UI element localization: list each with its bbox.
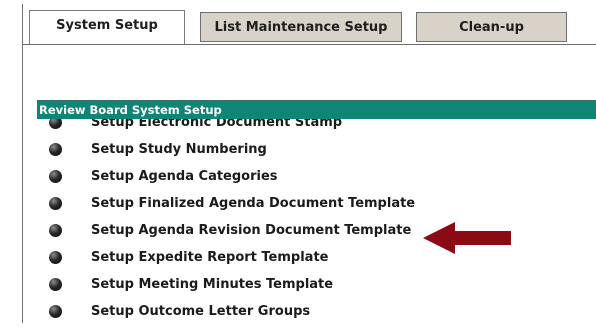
bullet-icon [49,197,62,210]
list-item-label[interactable]: Setup Expedite Report Template [91,250,328,265]
app-frame: System Setup List Maintenance Setup Clea… [0,0,596,323]
list-item-label[interactable]: Setup Finalized Agenda Document Template [91,196,415,211]
list-item-electronic-document-stamp[interactable]: Setup Electronic Document Stamp [37,119,596,137]
list-item-meeting-minutes-template[interactable]: Setup Meeting Minutes Template [37,272,596,299]
bullet-icon [49,143,62,156]
section-header: Review Board System Setup [37,100,596,119]
tab-clean-up[interactable]: Clean-up [416,12,567,42]
list-item-study-numbering[interactable]: Setup Study Numbering [37,137,596,164]
tab-list-maintenance-setup[interactable]: List Maintenance Setup [200,12,402,42]
setup-panel: System Setup List Maintenance Setup Clea… [22,4,596,323]
tab-system-setup[interactable]: System Setup [29,10,185,45]
section-title: Review Board System Setup [39,103,222,117]
list-item-outcome-letter-groups[interactable]: Setup Outcome Letter Groups [37,299,596,326]
list-item-finalized-agenda-template[interactable]: Setup Finalized Agenda Document Template [37,191,596,218]
left-arrow-icon [423,222,511,254]
tab-clean-up-label: Clean-up [459,19,524,35]
list-item-label[interactable]: Setup Meeting Minutes Template [91,277,333,292]
list-item-label[interactable]: Setup Agenda Revision Document Template [91,223,411,238]
tab-strip-baseline [23,44,596,45]
list-item-label[interactable]: Setup Outcome Letter Groups [91,304,310,319]
list-item-label[interactable]: Setup Agenda Categories [91,169,278,184]
list-item-agenda-categories[interactable]: Setup Agenda Categories [37,164,596,191]
bullet-icon [49,251,62,264]
tab-system-setup-label: System Setup [56,18,158,33]
bullet-icon [49,119,62,129]
bullet-icon [49,170,62,183]
list-item-label[interactable]: Setup Electronic Document Stamp [91,119,342,130]
bullet-icon [49,305,62,318]
list-item-label[interactable]: Setup Study Numbering [91,142,267,157]
bullet-icon [49,224,62,237]
bullet-icon [49,278,62,291]
tab-list-maintenance-setup-label: List Maintenance Setup [214,19,388,35]
